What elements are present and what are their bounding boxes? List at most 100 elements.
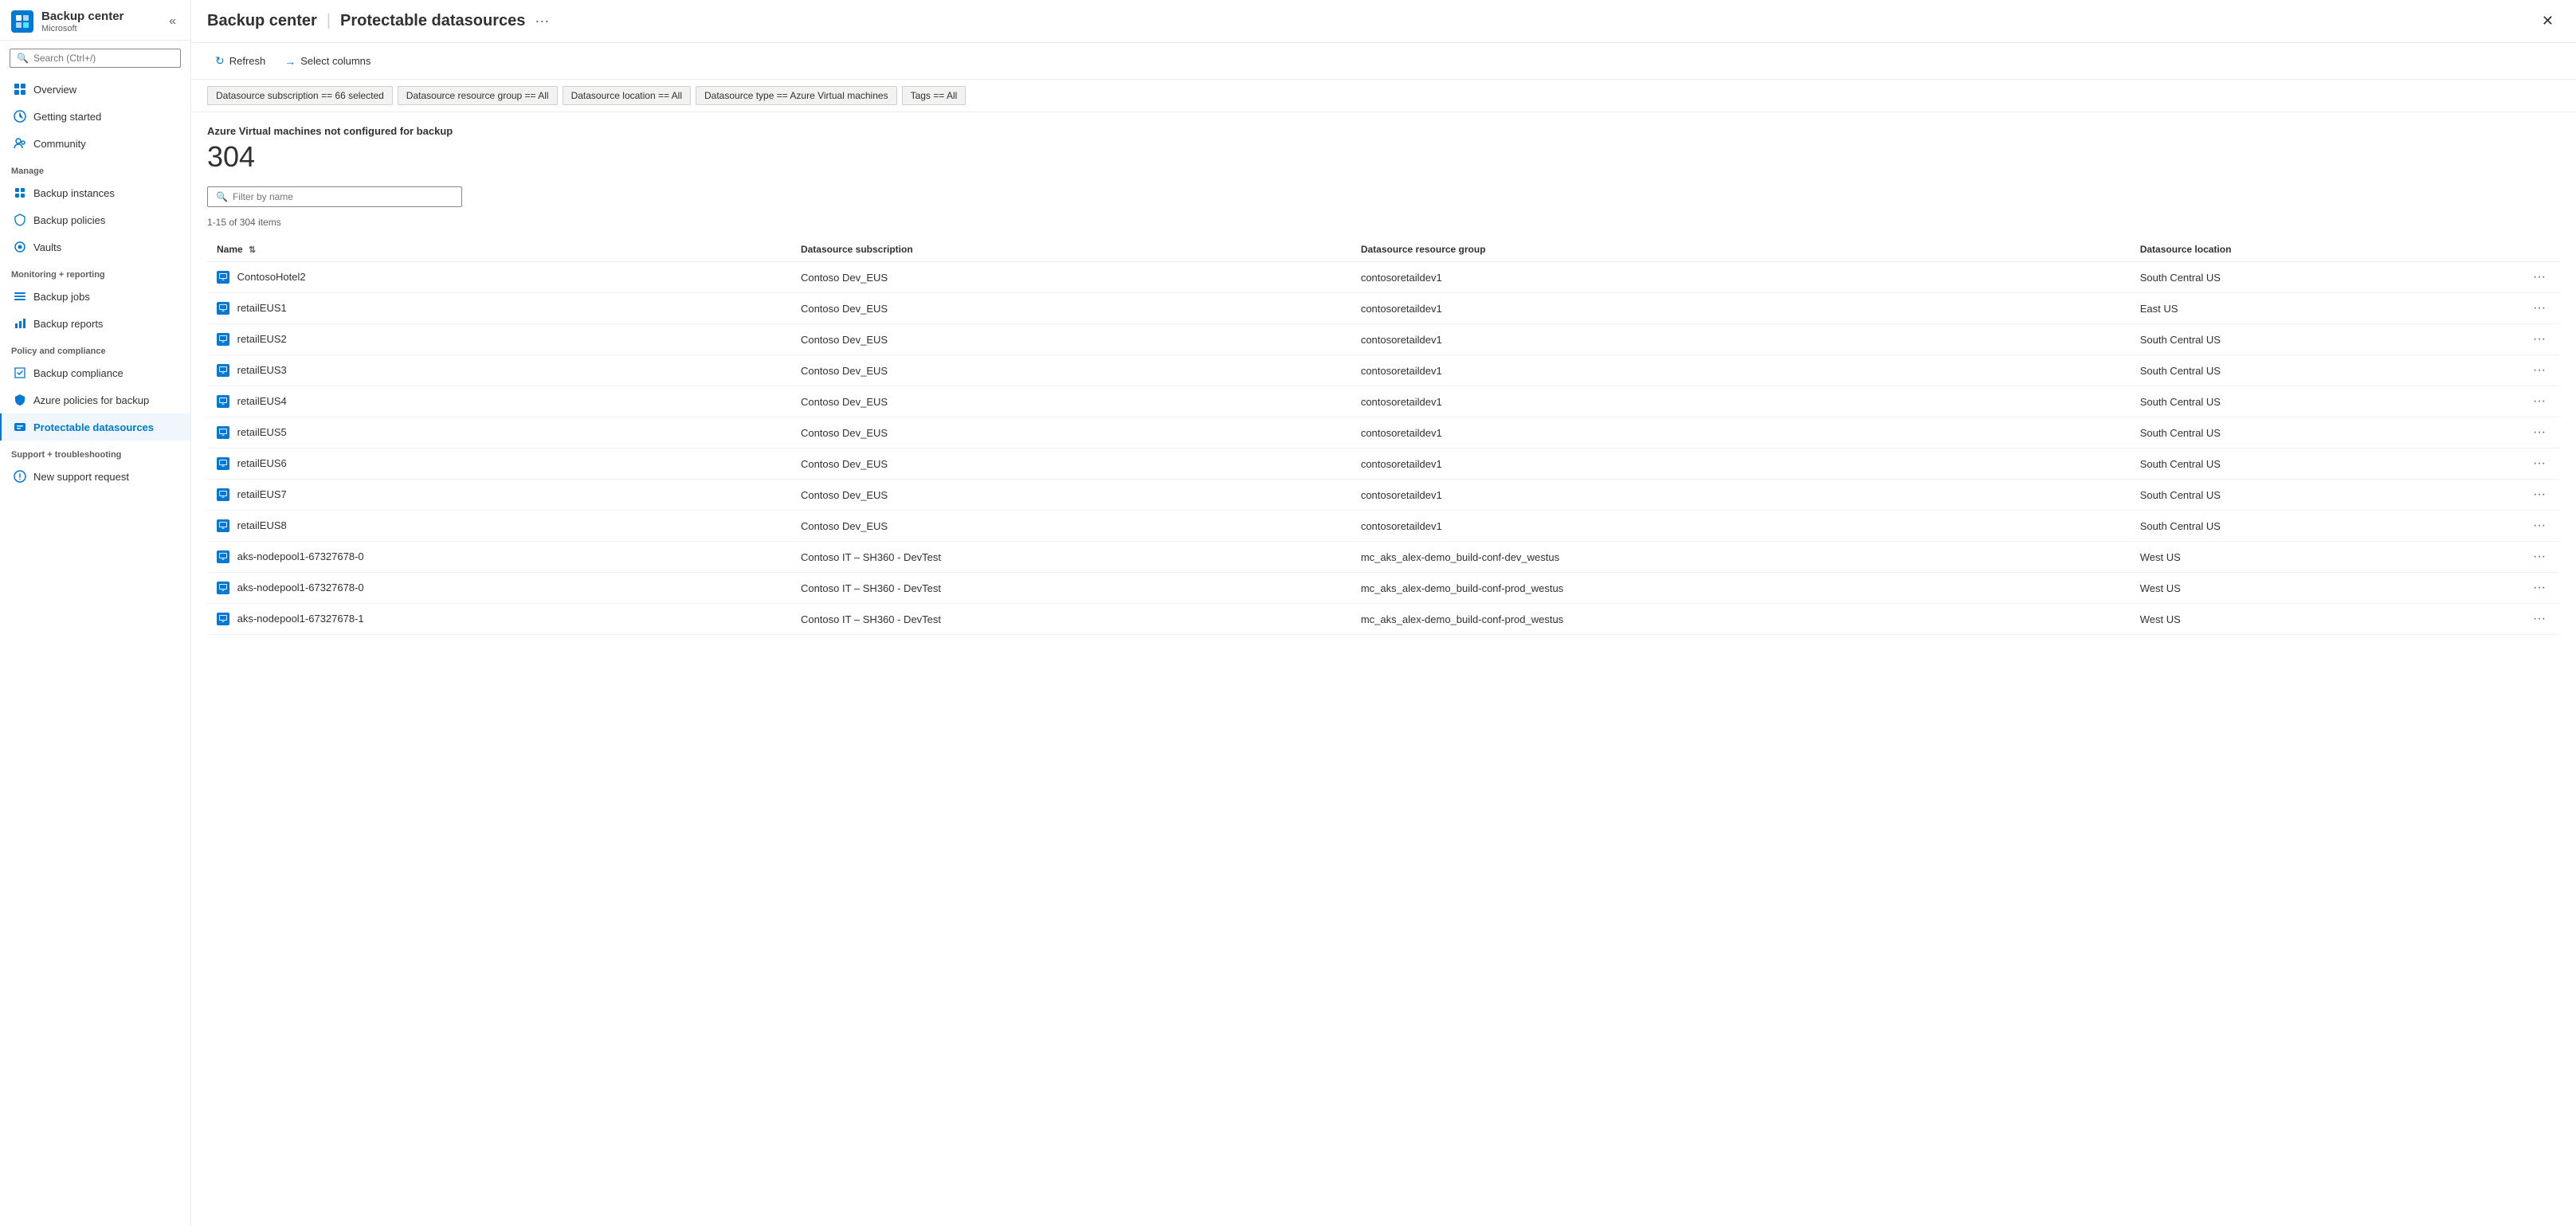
backup-reports-icon <box>13 316 27 331</box>
refresh-label: Refresh <box>229 55 266 67</box>
cell-name-text: retailEUS2 <box>237 333 287 345</box>
cell-name: retailEUS3 <box>207 355 791 386</box>
row-more-button[interactable]: ··· <box>2528 455 2551 472</box>
search-box[interactable]: 🔍 <box>10 49 181 68</box>
main-header: Backup center | Protectable datasources … <box>191 0 2576 43</box>
cell-more[interactable]: ··· <box>2519 386 2560 417</box>
header-separator: | <box>327 12 331 30</box>
cell-resource-group: mc_aks_alex-demo_build-conf-prod_westus <box>1351 604 2131 635</box>
table-row: aks-nodepool1-67327678-0 Contoso IT – SH… <box>207 542 2560 573</box>
row-more-button[interactable]: ··· <box>2528 393 2551 410</box>
filter-name-box[interactable]: 🔍 <box>207 186 462 207</box>
cell-name: aks-nodepool1-67327678-0 <box>207 542 791 573</box>
row-more-button[interactable]: ··· <box>2528 268 2551 286</box>
cell-more[interactable]: ··· <box>2519 262 2560 293</box>
cell-more[interactable]: ··· <box>2519 355 2560 386</box>
sidebar-item-new-support-request[interactable]: New support request <box>0 463 190 490</box>
row-more-button[interactable]: ··· <box>2528 486 2551 503</box>
sidebar-item-backup-policies[interactable]: Backup policies <box>0 206 190 233</box>
cell-subscription: Contoso Dev_EUS <box>791 293 1351 324</box>
cell-name-text: ContosoHotel2 <box>237 271 306 283</box>
select-columns-button[interactable]: → Select columns <box>276 50 378 72</box>
table-header-row: Name ⇅ Datasource subscription Datasourc… <box>207 237 2560 262</box>
row-more-button[interactable]: ··· <box>2528 579 2551 597</box>
cell-name: aks-nodepool1-67327678-1 <box>207 604 791 635</box>
row-more-button[interactable]: ··· <box>2528 548 2551 566</box>
cell-more[interactable]: ··· <box>2519 604 2560 635</box>
vm-icon <box>217 364 229 377</box>
search-input[interactable] <box>33 53 174 64</box>
vaults-icon <box>13 240 27 254</box>
sidebar-app-title: Backup center <box>41 10 124 24</box>
getting-started-icon <box>13 109 27 123</box>
cell-more[interactable]: ··· <box>2519 542 2560 573</box>
table-row: retailEUS2 Contoso Dev_EUS contosoretail… <box>207 324 2560 355</box>
cell-name-text: retailEUS5 <box>237 426 287 438</box>
cell-subscription: Contoso Dev_EUS <box>791 324 1351 355</box>
cell-more[interactable]: ··· <box>2519 480 2560 511</box>
header-more-icon[interactable]: ··· <box>535 13 549 29</box>
cell-more[interactable]: ··· <box>2519 448 2560 480</box>
azure-policies-icon <box>13 393 27 407</box>
summary-title: Azure Virtual machines not configured fo… <box>207 125 2560 137</box>
cell-resource-group: contosoretaildev1 <box>1351 355 2131 386</box>
cell-name-text: retailEUS7 <box>237 488 287 500</box>
table-row: retailEUS5 Contoso Dev_EUS contosoretail… <box>207 417 2560 448</box>
sidebar-item-getting-started[interactable]: Getting started <box>0 103 190 130</box>
sidebar-item-protectable-datasources[interactable]: Protectable datasources <box>0 413 190 441</box>
col-name[interactable]: Name ⇅ <box>207 237 791 262</box>
cell-subscription: Contoso Dev_EUS <box>791 386 1351 417</box>
cell-name-text: retailEUS6 <box>237 457 287 469</box>
col-location: Datasource location <box>2131 237 2519 262</box>
sidebar-overview-label: Overview <box>33 84 76 96</box>
protectable-datasources-icon <box>13 420 27 434</box>
cell-location: West US <box>2131 542 2519 573</box>
cell-resource-group: mc_aks_alex-demo_build-conf-dev_westus <box>1351 542 2131 573</box>
sidebar-item-community[interactable]: Community <box>0 130 190 157</box>
cell-more[interactable]: ··· <box>2519 417 2560 448</box>
sidebar-backup-compliance-label: Backup compliance <box>33 367 124 379</box>
cell-location: South Central US <box>2131 355 2519 386</box>
sidebar-item-backup-instances[interactable]: Backup instances <box>0 179 190 206</box>
sidebar-item-azure-policies[interactable]: Azure policies for backup <box>0 386 190 413</box>
backup-instances-icon <box>13 186 27 200</box>
table-row: ContosoHotel2 Contoso Dev_EUS contosoret… <box>207 262 2560 293</box>
filter-resource-group[interactable]: Datasource resource group == All <box>398 86 558 105</box>
cell-more[interactable]: ··· <box>2519 511 2560 542</box>
filter-type[interactable]: Datasource type == Azure Virtual machine… <box>696 86 897 105</box>
cell-location: South Central US <box>2131 386 2519 417</box>
sidebar-item-backup-reports[interactable]: Backup reports <box>0 310 190 337</box>
sidebar-item-backup-compliance[interactable]: Backup compliance <box>0 359 190 386</box>
cell-name: ContosoHotel2 <box>207 262 791 293</box>
refresh-button[interactable]: ↻ Refresh <box>207 49 273 72</box>
filter-name-input[interactable] <box>233 191 453 202</box>
row-more-button[interactable]: ··· <box>2528 424 2551 441</box>
filter-location[interactable]: Datasource location == All <box>563 86 691 105</box>
row-more-button[interactable]: ··· <box>2528 610 2551 628</box>
row-more-button[interactable]: ··· <box>2528 362 2551 379</box>
cell-resource-group: contosoretaildev1 <box>1351 448 2131 480</box>
content-area: Azure Virtual machines not configured fo… <box>191 112 2576 1226</box>
cell-name: retailEUS5 <box>207 417 791 448</box>
sidebar-item-vaults[interactable]: Vaults <box>0 233 190 260</box>
sidebar-item-backup-jobs[interactable]: Backup jobs <box>0 283 190 310</box>
filter-subscription[interactable]: Datasource subscription == 66 selected <box>207 86 393 105</box>
cell-name-text: retailEUS8 <box>237 519 287 531</box>
backup-jobs-icon <box>13 289 27 304</box>
cell-subscription: Contoso Dev_EUS <box>791 355 1351 386</box>
toolbar: ↻ Refresh → Select columns <box>191 43 2576 80</box>
cell-more[interactable]: ··· <box>2519 324 2560 355</box>
row-more-button[interactable]: ··· <box>2528 517 2551 535</box>
cell-more[interactable]: ··· <box>2519 293 2560 324</box>
sidebar-item-overview[interactable]: Overview <box>0 76 190 103</box>
row-more-button[interactable]: ··· <box>2528 300 2551 317</box>
sidebar-collapse-button[interactable]: « <box>166 13 179 30</box>
close-button[interactable]: ✕ <box>2535 10 2560 33</box>
filter-tags[interactable]: Tags == All <box>902 86 966 105</box>
cell-resource-group: contosoretaildev1 <box>1351 386 2131 417</box>
main-content: Backup center | Protectable datasources … <box>191 0 2576 1226</box>
cell-name: aks-nodepool1-67327678-0 <box>207 573 791 604</box>
sidebar-app-subtitle: Microsoft <box>41 24 124 33</box>
cell-more[interactable]: ··· <box>2519 573 2560 604</box>
row-more-button[interactable]: ··· <box>2528 331 2551 348</box>
